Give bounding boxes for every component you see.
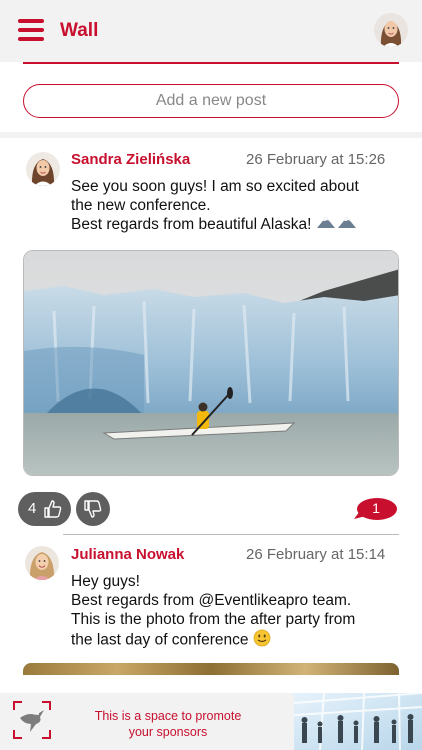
post-author-name[interactable]: Sandra Zielińska (71, 151, 190, 168)
mountain-emoji-icon (316, 215, 358, 234)
post-text: See you soon guys! I am so excited about… (71, 177, 359, 234)
post-text-line: See you soon guys! I am so excited about (71, 178, 359, 195)
post-text-segment: the last day of conference (71, 631, 249, 649)
like-button[interactable]: 4 (18, 492, 71, 526)
post-author-avatar[interactable] (26, 152, 60, 186)
sponsor-conference-photo (294, 693, 422, 750)
post-text-line: Best regards from @Eventlikeapro team. (71, 592, 352, 609)
like-count: 4 (28, 500, 37, 517)
post-text-line: This is the photo from the after party f… (71, 611, 356, 628)
comment-count: 1 (372, 500, 380, 516)
post-text: Hey guys! Best regards from @Eventlikeap… (71, 572, 355, 652)
post-text-line: Best regards from beautiful Alaska! (71, 215, 359, 234)
post-divider (63, 534, 399, 535)
thumbs-down-icon (83, 499, 103, 524)
sponsor-text-line: This is a space to promote (94, 709, 242, 723)
post-text-segment: Best regards from beautiful Alaska! (71, 216, 312, 233)
post-date: 26 February at 15:26 (246, 151, 386, 168)
glacier-kayak-photo[interactable] (23, 250, 399, 476)
hamburger-menu-icon[interactable] (18, 19, 44, 41)
party-photo[interactable] (23, 663, 399, 675)
top-bar: Wall (0, 0, 422, 62)
post-date: 26 February at 15:14 (246, 546, 386, 563)
sponsor-text-line: your sponsors (128, 725, 208, 739)
sponsor-bird-logo (12, 700, 52, 740)
smiley-emoji-icon (253, 629, 271, 652)
add-post-input[interactable]: Add a new post (23, 84, 399, 118)
post-text-line: the last day of conference (71, 629, 355, 652)
user-avatar[interactable] (374, 13, 408, 47)
section-separator (0, 132, 422, 138)
app: Wall Add a new post Sandra Zielińska 26 … (0, 0, 422, 750)
post-author-name[interactable]: Julianna Nowak (71, 546, 184, 563)
dislike-button[interactable] (76, 492, 110, 526)
thumbs-up-icon (43, 499, 63, 523)
page-title: Wall (60, 20, 99, 41)
header-divider (23, 62, 399, 64)
post-text-line: Hey guys! (71, 573, 140, 590)
sponsor-text: This is a space to promote your sponsors (76, 708, 260, 740)
comments-button[interactable]: 1 (354, 497, 398, 523)
post-text-line: the new conference. (71, 197, 211, 214)
post-author-avatar[interactable] (25, 546, 59, 580)
